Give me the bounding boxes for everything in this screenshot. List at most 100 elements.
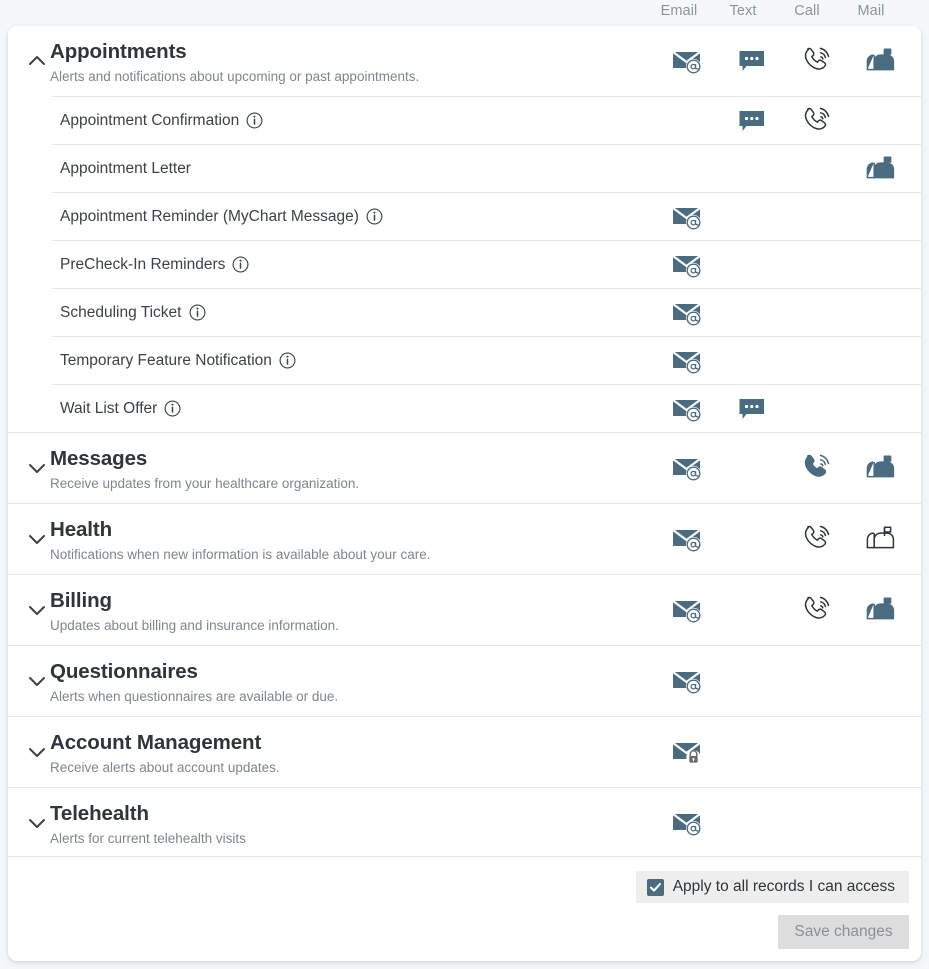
notification-preferences-card: AppointmentsAlerts and notifications abo… bbox=[8, 26, 921, 961]
channel-cell-mail-empty bbox=[858, 806, 902, 840]
group-header-billing[interactable]: BillingUpdates about billing and insuran… bbox=[8, 575, 921, 645]
notification-group-telehealth: TelehealthAlerts for current telehealth … bbox=[8, 787, 921, 858]
channel-cell-text-empty bbox=[730, 296, 774, 330]
text-message-icon[interactable] bbox=[730, 104, 774, 138]
mailbox-icon[interactable] bbox=[858, 522, 902, 556]
channel-icon-row bbox=[8, 504, 921, 574]
notification-group-billing: BillingUpdates about billing and insuran… bbox=[8, 574, 921, 645]
email-icon[interactable] bbox=[666, 664, 710, 698]
group-description: Receive alerts about account updates. bbox=[50, 760, 280, 775]
phone-icon[interactable] bbox=[794, 44, 838, 78]
email-icon[interactable] bbox=[666, 392, 710, 426]
notification-group-questionnaires: QuestionnairesAlerts when questionnaires… bbox=[8, 645, 921, 716]
email-icon[interactable] bbox=[666, 296, 710, 330]
channel-column-headers: Email Text Call Mail bbox=[0, 0, 929, 26]
chevron-down-icon[interactable] bbox=[24, 739, 50, 765]
channel-cell-text-empty bbox=[730, 451, 774, 485]
notification-row-label: PreCheck-In Reminders bbox=[60, 256, 225, 274]
channel-cell-mail-empty bbox=[858, 104, 902, 138]
notification-row: Temporary Feature Notification bbox=[52, 336, 921, 384]
email-icon[interactable] bbox=[666, 451, 710, 485]
card-footer: Apply to all records I can access Save c… bbox=[8, 856, 921, 961]
channel-cell-mail-empty bbox=[858, 296, 902, 330]
email-icon[interactable] bbox=[666, 735, 710, 769]
email-icon[interactable] bbox=[666, 522, 710, 556]
channel-cell-call-empty bbox=[794, 296, 838, 330]
notification-row-label-wrap: Appointment Reminder (MyChart Message) bbox=[60, 208, 383, 226]
channel-cell-text-empty bbox=[730, 344, 774, 378]
notification-row-label-wrap: Appointment Confirmation bbox=[60, 112, 263, 130]
chevron-down-icon[interactable] bbox=[24, 526, 50, 552]
mailbox-icon[interactable] bbox=[858, 451, 902, 485]
notification-row-label-wrap: Scheduling Ticket bbox=[60, 304, 206, 322]
mailbox-icon[interactable] bbox=[858, 152, 902, 186]
group-description: Alerts for current telehealth visits bbox=[50, 831, 246, 846]
info-icon[interactable] bbox=[189, 304, 206, 321]
phone-icon[interactable] bbox=[794, 522, 838, 556]
notification-row: Appointment Confirmation bbox=[52, 96, 921, 144]
group-header-questionnaires[interactable]: QuestionnairesAlerts when questionnaires… bbox=[8, 646, 921, 716]
mailbox-icon[interactable] bbox=[858, 593, 902, 627]
info-icon[interactable] bbox=[366, 208, 383, 225]
email-icon[interactable] bbox=[666, 200, 710, 234]
mailbox-icon[interactable] bbox=[858, 44, 902, 78]
email-icon[interactable] bbox=[666, 248, 710, 282]
notification-group-health: HealthNotifications when new information… bbox=[8, 503, 921, 574]
chevron-down-icon[interactable] bbox=[24, 597, 50, 623]
email-icon[interactable] bbox=[666, 344, 710, 378]
group-header-telehealth[interactable]: TelehealthAlerts for current telehealth … bbox=[8, 788, 921, 858]
channel-cell-email-empty bbox=[666, 104, 710, 138]
notification-row-label-wrap: PreCheck-In Reminders bbox=[60, 256, 249, 274]
phone-icon[interactable] bbox=[794, 451, 838, 485]
channel-cell-text-empty bbox=[730, 664, 774, 698]
text-message-icon[interactable] bbox=[730, 44, 774, 78]
group-title: Account Management bbox=[50, 731, 261, 755]
email-icon[interactable] bbox=[666, 593, 710, 627]
notification-row-label: Scheduling Ticket bbox=[60, 304, 182, 322]
channel-cell-call-empty bbox=[794, 806, 838, 840]
group-title: Appointments bbox=[50, 40, 187, 64]
email-icon[interactable] bbox=[666, 806, 710, 840]
column-header-call: Call bbox=[772, 0, 842, 22]
notification-row: PreCheck-In Reminders bbox=[52, 240, 921, 288]
channel-cell-text-empty bbox=[730, 152, 774, 186]
notification-row-label: Wait List Offer bbox=[60, 400, 157, 418]
info-icon[interactable] bbox=[279, 352, 296, 369]
channel-icon-row bbox=[52, 385, 921, 432]
group-description: Alerts when questionnaires are available… bbox=[50, 689, 338, 704]
channel-cell-mail-empty bbox=[858, 735, 902, 769]
apply-to-all-records-label: Apply to all records I can access bbox=[673, 878, 895, 896]
group-header-account-management[interactable]: Account Management Receive alerts about a… bbox=[8, 717, 921, 787]
email-icon[interactable] bbox=[666, 44, 710, 78]
group-header-health[interactable]: HealthNotifications when new information… bbox=[8, 504, 921, 574]
group-subrows-appointments: Appointment Confirmation Appointment Lett… bbox=[8, 96, 921, 432]
chevron-down-icon[interactable] bbox=[24, 668, 50, 694]
chevron-down-icon[interactable] bbox=[24, 810, 50, 836]
chevron-down-icon[interactable] bbox=[24, 455, 50, 481]
column-header-email: Email bbox=[644, 0, 714, 22]
notification-row: Appointment Reminder (MyChart Message) bbox=[52, 192, 921, 240]
notification-row-label-wrap: Appointment Letter bbox=[60, 160, 191, 178]
channel-cell-mail-empty bbox=[858, 248, 902, 282]
apply-to-all-records-checkbox[interactable]: Apply to all records I can access bbox=[636, 871, 909, 903]
notification-group-account-management: Account Management Receive alerts about a… bbox=[8, 716, 921, 787]
channel-cell-call-empty bbox=[794, 152, 838, 186]
notification-group-messages: MessagesReceive updates from your health… bbox=[8, 432, 921, 503]
group-header-messages[interactable]: MessagesReceive updates from your health… bbox=[8, 433, 921, 503]
channel-icon-row bbox=[8, 575, 921, 645]
text-message-icon[interactable] bbox=[730, 392, 774, 426]
chevron-up-icon[interactable] bbox=[24, 48, 50, 74]
phone-icon[interactable] bbox=[794, 104, 838, 138]
channel-cell-text-empty bbox=[730, 806, 774, 840]
info-icon[interactable] bbox=[246, 112, 263, 129]
notification-row-label: Appointment Reminder (MyChart Message) bbox=[60, 208, 359, 226]
info-icon[interactable] bbox=[232, 256, 249, 273]
checkbox-box[interactable] bbox=[647, 879, 664, 896]
channel-cell-call-empty bbox=[794, 392, 838, 426]
group-header-appointments[interactable]: AppointmentsAlerts and notifications abo… bbox=[8, 26, 921, 96]
info-icon[interactable] bbox=[164, 400, 181, 417]
channel-cell-text-empty bbox=[730, 735, 774, 769]
phone-icon[interactable] bbox=[794, 593, 838, 627]
save-changes-button[interactable]: Save changes bbox=[778, 915, 909, 949]
channel-cell-call-empty bbox=[794, 664, 838, 698]
